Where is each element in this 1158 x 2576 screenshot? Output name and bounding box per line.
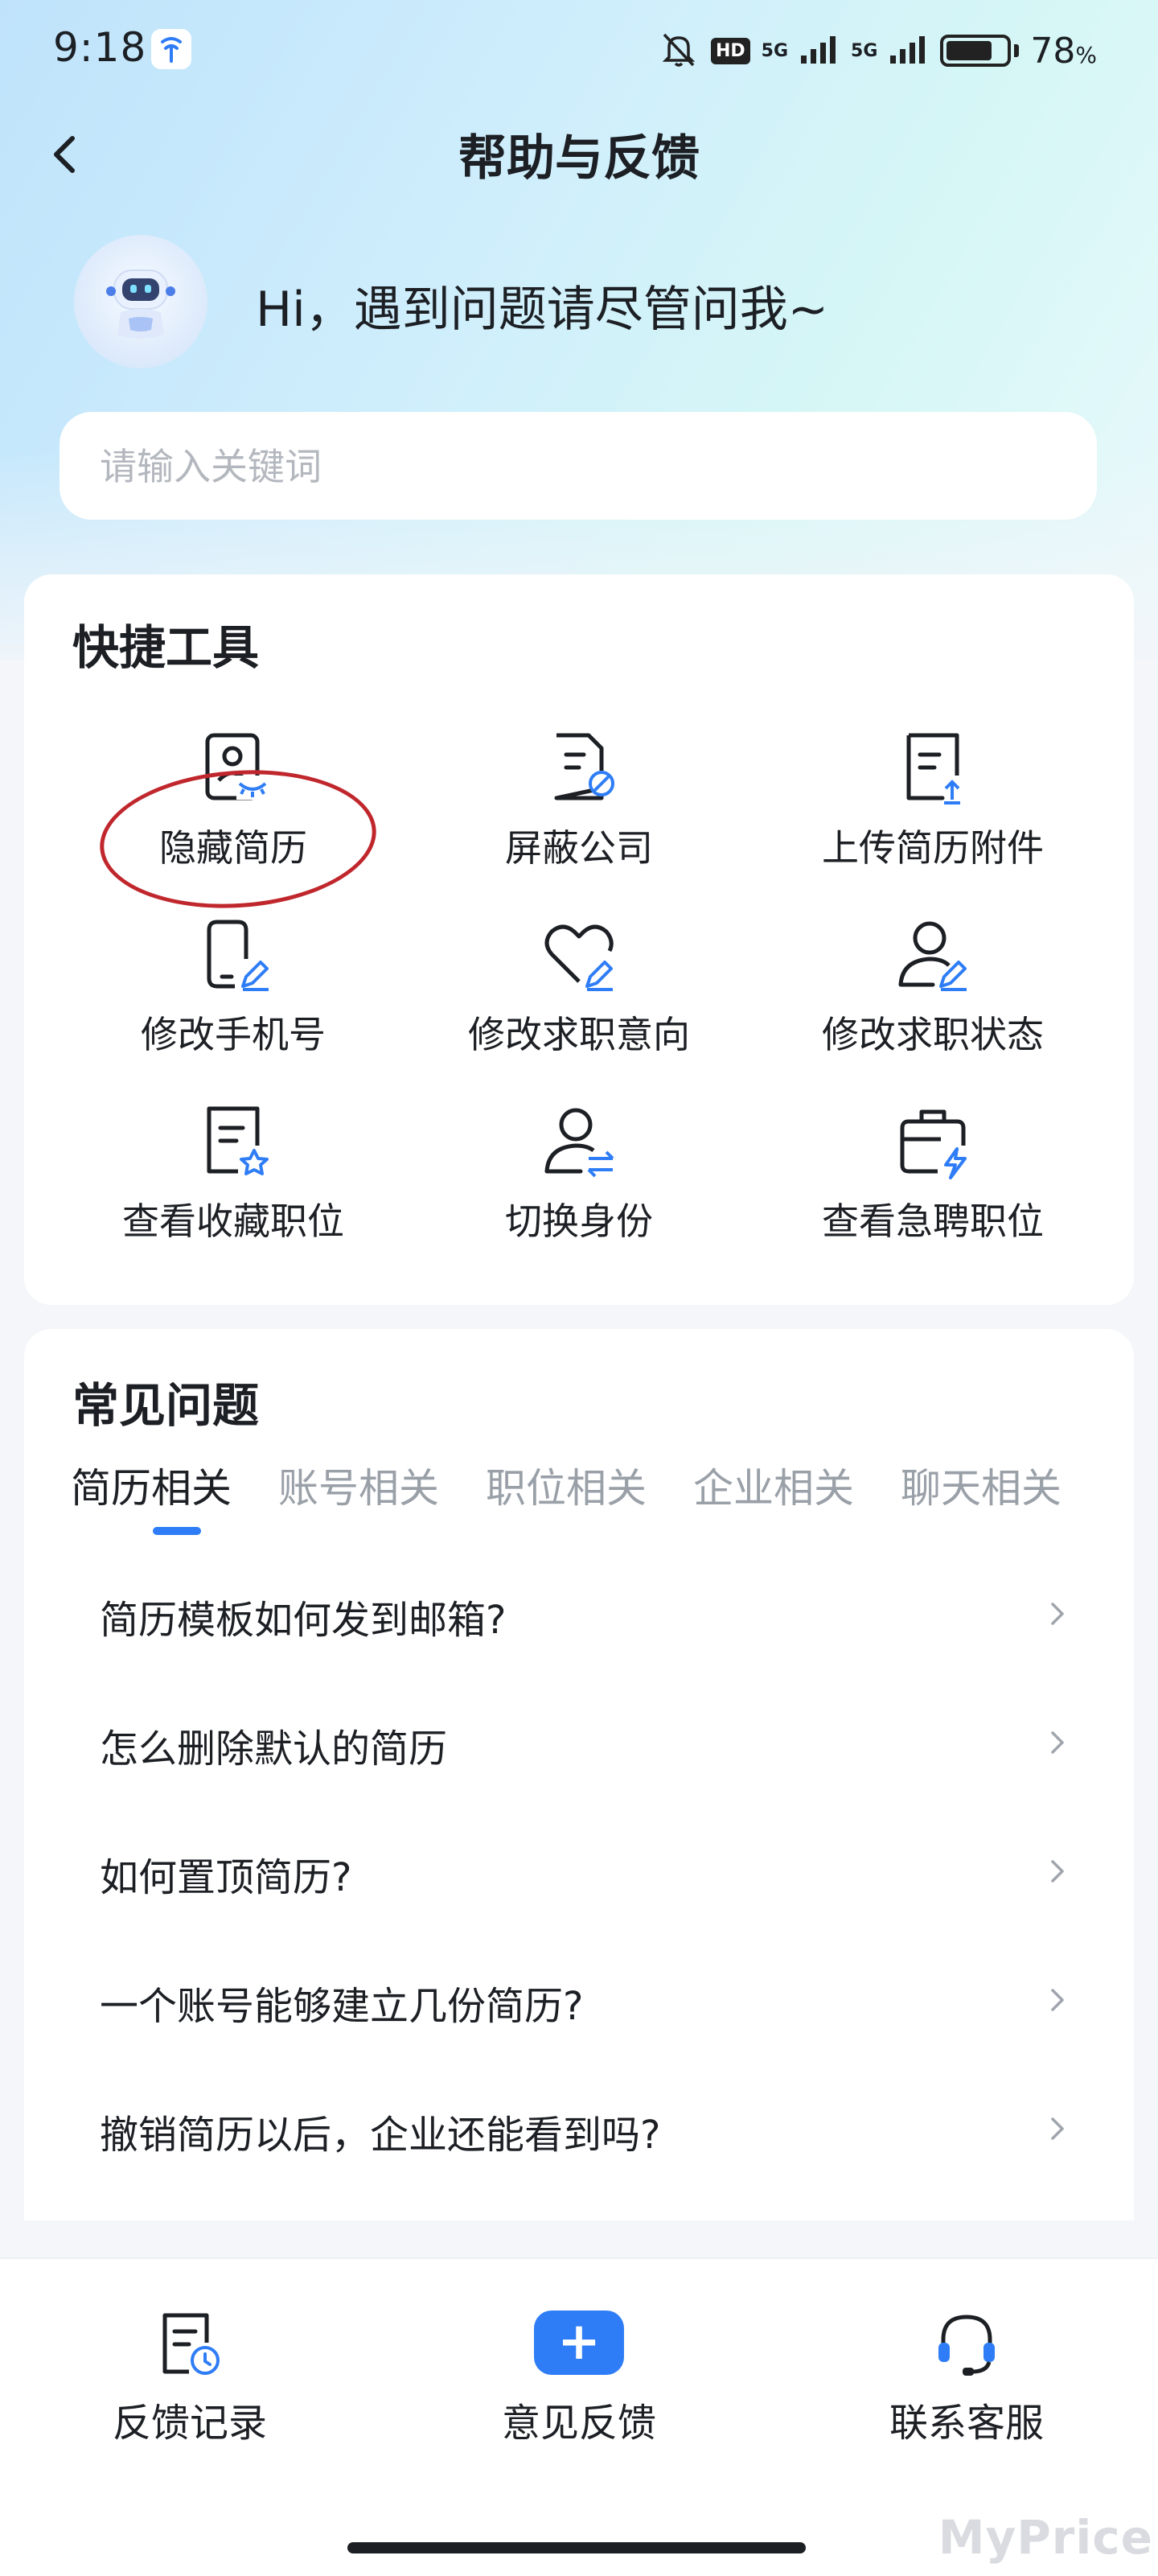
status-bar: 9:18 HD 5G 5G 78%	[0, 0, 1158, 103]
chevron-right-icon	[1051, 1989, 1064, 2011]
battery-percent-unit: %	[1075, 41, 1097, 68]
tool-block-company[interactable]: 屏蔽公司	[402, 727, 756, 904]
search-box[interactable]	[60, 412, 1097, 521]
chevron-right-icon	[1051, 1731, 1064, 1754]
feedback-record-button[interactable]: 反馈记录	[69, 2307, 310, 2447]
tool-label: 查看急聘职位	[822, 1200, 1044, 1243]
signal-bars-icon	[799, 33, 840, 68]
block-company-icon	[554, 733, 614, 800]
chevron-right-icon	[1051, 2117, 1064, 2140]
tool-label: 查看收藏职位	[122, 1200, 344, 1243]
page-title: 帮助与反馈	[458, 130, 700, 187]
faq-tabs: 简历相关 账号相关 职位相关 企业相关 聊天相关	[71, 1456, 1084, 1529]
home-indicator[interactable]	[347, 2542, 806, 2553]
tab-account[interactable]: 账号相关	[278, 1456, 439, 1514]
faq-question-row[interactable]: 撤销简历以后，企业还能看到吗?	[24, 2068, 1134, 2188]
feedback-record-icon	[162, 2313, 220, 2375]
tool-label: 修改手机号	[141, 1013, 326, 1056]
signal-bars-icon	[889, 33, 929, 68]
quick-tools-title: 快捷工具	[72, 620, 260, 675]
hd-badge: HD	[710, 37, 750, 64]
tab-job[interactable]: 职位相关	[486, 1456, 647, 1514]
tab-resume[interactable]: 简历相关	[71, 1456, 232, 1514]
tab-company[interactable]: 企业相关	[693, 1456, 854, 1514]
battery-level-fill	[947, 41, 992, 60]
tool-label: 修改求职意向	[468, 1013, 690, 1056]
upload-attachment-icon	[906, 733, 960, 804]
plus-icon: +	[534, 2311, 624, 2375]
switch-identity-icon	[544, 1108, 614, 1178]
greeting-text: Hi，遇到问题请尽管问我~	[256, 282, 829, 338]
chevron-right-icon	[1051, 1603, 1064, 1625]
faq-question-text: 一个账号能够建立几份简历?	[100, 1984, 584, 2029]
tool-label: 修改求职状态	[822, 1013, 1044, 1056]
tool-label: 屏蔽公司	[505, 826, 653, 870]
tool-urgent-jobs[interactable]: 查看急聘职位	[756, 1101, 1110, 1278]
tool-edit-status[interactable]: 修改求职状态	[756, 914, 1110, 1091]
tool-label: 切换身份	[505, 1200, 653, 1243]
active-tab-indicator	[153, 1527, 201, 1535]
network-label-1: 5G	[761, 40, 789, 61]
robot-avatar	[74, 235, 207, 368]
faq-question-text: 简历模板如何发到邮箱?	[100, 1598, 507, 1643]
edit-intention-icon	[544, 924, 614, 991]
urgent-jobs-icon	[900, 1109, 967, 1179]
carrier-app-icon	[151, 29, 191, 69]
quick-tools-card: 快捷工具 隐藏简历 屏蔽公司 上传简历附件 修改手机号 修改求职意向 修改求职状…	[24, 574, 1134, 1305]
contact-support-label: 联系客服	[889, 2401, 1044, 2446]
battery-icon	[940, 35, 1012, 67]
faq-question-row[interactable]: 怎么删除默认的简历	[24, 1681, 1134, 1802]
edit-phone-icon	[207, 920, 269, 991]
chevron-right-icon	[1051, 1860, 1064, 1883]
tab-chat[interactable]: 聊天相关	[901, 1456, 1062, 1514]
faq-question-row[interactable]: 简历模板如何发到邮箱?	[24, 1553, 1134, 1673]
tool-upload-attachment[interactable]: 上传简历附件	[756, 727, 1110, 904]
robot-icon	[106, 270, 175, 339]
faq-question-text: 如何置顶简历?	[100, 1855, 352, 1900]
battery-cap	[1014, 44, 1020, 57]
faq-question-row[interactable]: 一个账号能够建立几份简历?	[24, 1939, 1134, 2060]
network-label-2: 5G	[851, 40, 878, 61]
tool-favorite-jobs[interactable]: 查看收藏职位	[56, 1101, 410, 1278]
faq-question-text: 撤销简历以后，企业还能看到吗?	[100, 2113, 661, 2158]
favorite-jobs-icon	[207, 1106, 269, 1175]
mute-bell-icon	[658, 28, 700, 73]
tool-switch-identity[interactable]: 切换身份	[402, 1101, 756, 1278]
battery-percent-value: 78	[1030, 30, 1076, 72]
search-input[interactable]	[98, 412, 1066, 521]
tool-edit-intention[interactable]: 修改求职意向	[402, 914, 756, 1091]
battery-percent: 78%	[1030, 31, 1097, 72]
faq-question-row[interactable]: 如何置顶简历?	[24, 1810, 1134, 1931]
faq-title: 常见问题	[72, 1378, 260, 1433]
edit-status-icon	[898, 921, 967, 991]
tool-label: 上传简历附件	[822, 826, 1044, 870]
watermark-text: MyPrice	[938, 2510, 1153, 2565]
contact-support-button[interactable]: 联系客服	[846, 2307, 1087, 2447]
status-time: 9:18	[53, 24, 147, 71]
tool-edit-phone[interactable]: 修改手机号	[56, 914, 410, 1091]
headset-icon	[938, 2315, 995, 2376]
submit-feedback-button[interactable]: + 意见反馈	[458, 2307, 700, 2447]
submit-feedback-label: 意见反馈	[501, 2401, 656, 2446]
feedback-record-label: 反馈记录	[112, 2401, 267, 2446]
status-right-group: HD 5G 5G 78%	[658, 24, 1097, 77]
faq-question-text: 怎么删除默认的简历	[100, 1726, 448, 1772]
